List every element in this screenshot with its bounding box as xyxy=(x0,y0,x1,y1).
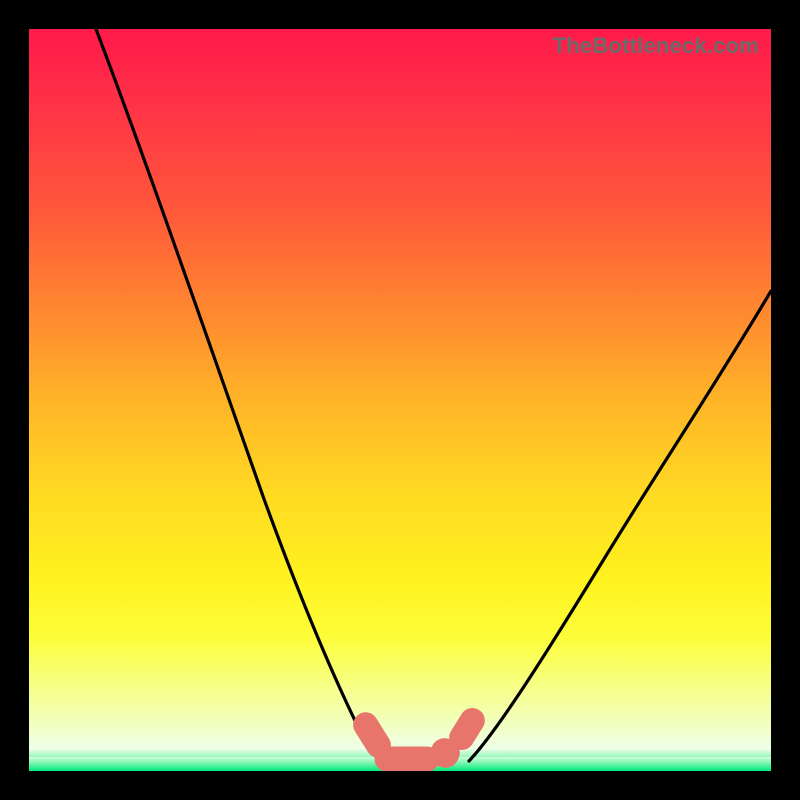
plot-area: TheBottleneck.com xyxy=(29,29,771,771)
chart-svg xyxy=(29,29,771,771)
curve-right xyxy=(469,291,771,761)
watermark-text: TheBottleneck.com xyxy=(553,33,759,59)
curve-left xyxy=(96,29,385,765)
chart-frame: TheBottleneck.com xyxy=(0,0,800,800)
marker-capsule-2 xyxy=(375,747,439,771)
